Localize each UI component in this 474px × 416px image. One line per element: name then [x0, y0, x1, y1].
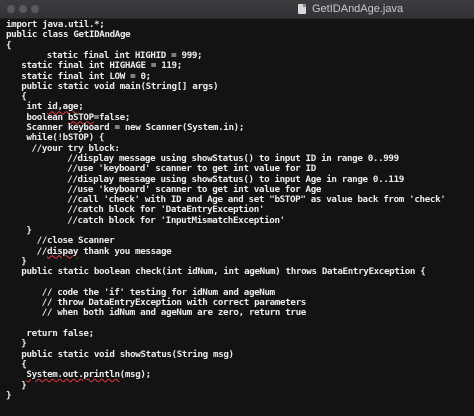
code-line[interactable]: //use 'keyboard' scanner to get int valu…	[67, 164, 316, 174]
title-bar: GetIDAndAge.java	[0, 0, 474, 19]
code-line[interactable]: public class GetIDAndAge	[6, 30, 131, 40]
code-line[interactable]: }	[6, 390, 12, 401]
code-line[interactable]: //catch block for 'InputMismatchExceptio…	[67, 215, 285, 226]
spelling-error-highlight: System.out.println	[26, 369, 120, 381]
code-line[interactable]: }	[26, 226, 32, 236]
editor-window: GetIDAndAge.java import java.util.*; publ…	[0, 0, 474, 416]
code-line[interactable]: static final int LOW = 0;	[21, 71, 151, 82]
window-title: GetIDAndAge.java	[312, 3, 404, 15]
code-line[interactable]: while(!bSTOP) {	[26, 133, 104, 143]
code-line[interactable]: }	[21, 380, 27, 391]
window-title-group: GetIDAndAge.java	[298, 2, 403, 16]
code-line[interactable]: // when both idNum and ageNum are zero, …	[42, 308, 307, 318]
code-line[interactable]: public static boolean check(int idNum, i…	[21, 267, 426, 277]
minimize-window-button[interactable]	[19, 5, 27, 13]
code-line[interactable]: return false;	[26, 329, 94, 339]
maximize-window-button[interactable]	[31, 5, 39, 13]
code-line[interactable]: //catch block for 'DataEntryException'	[67, 205, 264, 215]
code-line[interactable]: System.out.println(msg);	[26, 369, 151, 381]
code-line[interactable]: public static void showStatus(String msg…	[21, 349, 234, 360]
code-line[interactable]: static final int HIGHAGE = 119;	[21, 61, 182, 71]
java-file-icon	[298, 4, 306, 14]
code-line[interactable]: //display message using showStatus() to …	[67, 174, 404, 185]
code-line[interactable]: }	[21, 339, 27, 349]
spelling-error-highlight: dispay	[46, 245, 79, 257]
close-window-button[interactable]	[7, 5, 15, 13]
code-line[interactable]: //dispay thank you message	[37, 245, 172, 257]
code-line[interactable]: public static void main(String[] args)	[21, 81, 218, 92]
code-editor[interactable]: import java.util.*; public class GetIDAnd…	[0, 20, 474, 416]
code-line[interactable]: {	[6, 40, 12, 51]
